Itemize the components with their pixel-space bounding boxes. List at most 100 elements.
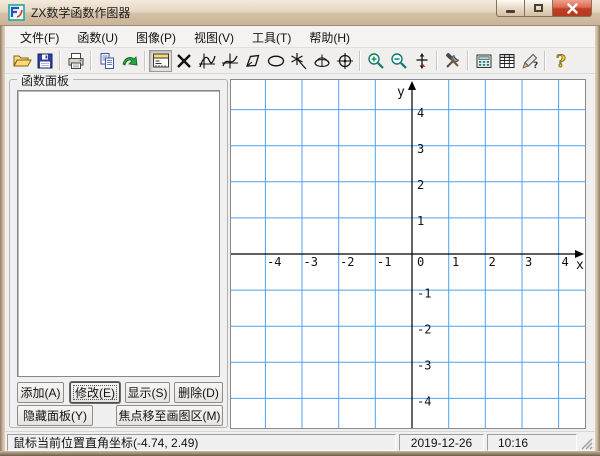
window-border-bottom — [0, 451, 600, 456]
svg-text:-3: -3 — [304, 255, 318, 269]
plot-solid-button[interactable] — [310, 50, 333, 72]
toolbar-separator — [436, 51, 438, 71]
delete-button[interactable]: 删除(D) — [174, 382, 223, 403]
pen-question-icon: ? — [520, 51, 540, 71]
svg-text:2: 2 — [417, 178, 424, 192]
svg-text:-3: -3 — [417, 359, 431, 373]
window-title: ZX数学函数作图器 — [31, 4, 130, 21]
function-panel-icon — [151, 51, 171, 71]
function-panel-toggle-button[interactable] — [149, 50, 172, 72]
hide-panel-button[interactable]: 隐藏面板(Y) — [17, 405, 93, 426]
svg-text:3: 3 — [417, 142, 424, 156]
svg-text:4: 4 — [417, 106, 424, 120]
ellipse-icon — [266, 51, 286, 71]
function-curve-icon — [197, 51, 217, 71]
svg-text:-4: -4 — [417, 395, 431, 409]
status-bar: 鼠标当前位置直角坐标(-4.74, 2.49) 2019-12-26 10:16 — [5, 431, 595, 452]
svg-text:3: 3 — [525, 255, 532, 269]
plot-polygon-button[interactable] — [241, 50, 264, 72]
target-icon — [335, 51, 355, 71]
calculator-button[interactable] — [472, 50, 495, 72]
menu-function[interactable]: 函数(U) — [68, 26, 127, 49]
data-table-button[interactable] — [495, 50, 518, 72]
toolbar-separator — [359, 51, 361, 71]
help-question-icon: ? — [551, 51, 571, 71]
show-button[interactable]: 显示(S) — [125, 382, 170, 403]
printer-icon — [66, 51, 86, 71]
pen-whats-this-button[interactable]: ? — [518, 50, 541, 72]
parametric-curve-icon — [220, 51, 240, 71]
move-axes-icon — [412, 51, 432, 71]
zoom-in-button[interactable] — [364, 50, 387, 72]
menu-bar: 文件(F) 函数(U) 图像(P) 视图(V) 工具(T) 帮助(H) — [5, 27, 595, 48]
x-axis-arrow — [575, 250, 584, 258]
menu-tools[interactable]: 工具(T) — [243, 26, 300, 49]
status-time: 10:16 — [487, 434, 577, 451]
print-button[interactable] — [64, 50, 87, 72]
svg-text:?: ? — [556, 52, 566, 71]
plot-parametric-button[interactable] — [218, 50, 241, 72]
export-image-button[interactable] — [118, 50, 141, 72]
coordinate-grid: -4 -3 -2 -1 0 1 2 3 4 4 3 2 1 -1 — [231, 80, 585, 428]
app-icon — [8, 4, 25, 21]
zoom-out-icon — [389, 51, 409, 71]
window-controls — [496, 0, 592, 17]
menu-graph[interactable]: 图像(P) — [127, 26, 185, 49]
plot-ellipse-button[interactable] — [264, 50, 287, 72]
plot-canvas[interactable]: -4 -3 -2 -1 0 1 2 3 4 4 3 2 1 -1 — [230, 79, 586, 429]
svg-text:-4: -4 — [267, 255, 281, 269]
resize-grip[interactable] — [579, 436, 593, 450]
maximize-icon — [534, 4, 543, 12]
svg-text:-2: -2 — [417, 323, 431, 337]
delete-plot-button[interactable] — [172, 50, 195, 72]
svg-text:0: 0 — [417, 255, 424, 269]
open-folder-icon — [12, 51, 32, 71]
save-file-button[interactable] — [33, 50, 56, 72]
polygon-icon — [243, 51, 263, 71]
menu-help[interactable]: 帮助(H) — [300, 26, 359, 49]
open-file-button[interactable] — [10, 50, 33, 72]
zoom-out-button[interactable] — [387, 50, 410, 72]
add-button[interactable]: 添加(A) — [17, 382, 64, 403]
status-mouse-position: 鼠标当前位置直角坐标(-4.74, 2.49) — [7, 434, 396, 451]
menu-view[interactable]: 视图(V) — [185, 26, 243, 49]
x-axis-label: x — [576, 258, 584, 273]
function-listbox[interactable] — [17, 90, 220, 377]
function-panel-title: 函数面板 — [17, 72, 73, 89]
minimize-button[interactable] — [496, 0, 524, 17]
svg-text:2: 2 — [489, 255, 496, 269]
toolbar-separator — [59, 51, 61, 71]
toolbar-separator — [90, 51, 92, 71]
window-border-left — [0, 0, 5, 456]
menu-file[interactable]: 文件(F) — [11, 26, 68, 49]
svg-text:-1: -1 — [377, 255, 391, 269]
edit-button[interactable]: 修改(E) — [70, 382, 120, 403]
help-button[interactable]: ? — [549, 50, 572, 72]
function-panel: 函数面板 添加(A) 修改(E) 显示(S) 删除(D) 隐藏面板(Y) 焦点移… — [9, 79, 228, 428]
titlebar[interactable]: ZX数学函数作图器 — [0, 0, 600, 26]
calculator-icon — [474, 51, 494, 71]
svg-text:-1: -1 — [417, 287, 431, 301]
maximize-button[interactable] — [524, 0, 552, 17]
zoom-in-icon — [366, 51, 386, 71]
svg-text:?: ? — [533, 61, 538, 71]
copy-icon — [97, 51, 117, 71]
tools-options-button[interactable] — [441, 50, 464, 72]
svg-text:4: 4 — [562, 255, 569, 269]
close-button[interactable] — [552, 0, 592, 17]
move-axes-button[interactable] — [410, 50, 433, 72]
toolbar: ? ? — [5, 48, 595, 74]
toolbar-separator — [467, 51, 469, 71]
focus-canvas-button[interactable]: 焦点移至画图区(M) — [116, 405, 223, 426]
status-date: 2019-12-26 — [399, 434, 484, 451]
target-origin-button[interactable] — [333, 50, 356, 72]
svg-text:1: 1 — [417, 214, 424, 228]
solid-wireframe-icon — [312, 51, 332, 71]
y-axis-label: y — [397, 85, 405, 100]
plot-function-button[interactable] — [195, 50, 218, 72]
svg-text:1: 1 — [452, 255, 459, 269]
x-tick-labels: -4 -3 -2 -1 0 1 2 3 4 — [267, 255, 569, 269]
y-axis-arrow — [408, 81, 416, 90]
plot-point-star-button[interactable] — [287, 50, 310, 72]
copy-button[interactable] — [95, 50, 118, 72]
